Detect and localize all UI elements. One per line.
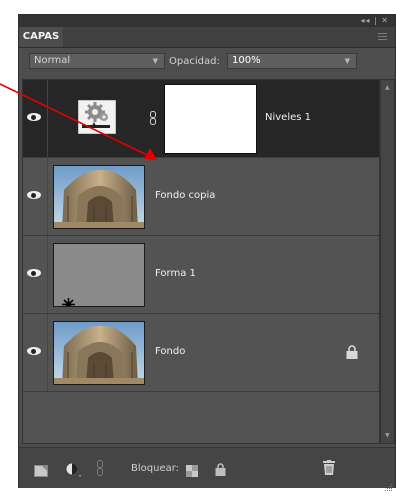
blend-mode-select[interactable]: Normal ▼ xyxy=(29,53,165,69)
eye-icon[interactable] xyxy=(23,158,48,235)
layer-row-forma-1[interactable]: Forma 1 xyxy=(23,236,379,314)
trash-icon[interactable] xyxy=(323,460,335,479)
layers-scrollbar[interactable]: ▲ ▼ xyxy=(380,79,395,444)
layer-mask-thumbnail[interactable] xyxy=(164,84,257,154)
tab-row: CAPAS xyxy=(19,27,395,48)
layer-row-fondo-copia[interactable]: Fondo copia xyxy=(23,158,379,236)
panel-footer: Bloquear: xyxy=(19,447,395,491)
layer-thumbnail xyxy=(53,165,145,229)
chain-link-icon[interactable] xyxy=(150,110,156,125)
layer-name: Forma 1 xyxy=(155,268,196,279)
adjustment-levels-icon xyxy=(77,99,117,135)
resize-grip-icon[interactable] xyxy=(384,477,393,491)
eye-icon[interactable] xyxy=(23,236,48,313)
link-layers-icon[interactable] xyxy=(97,460,103,480)
layers-panel: ◂◂ | ✕ CAPAS Normal ▼ Opacidad: 100% ▼ N… xyxy=(18,14,396,491)
layer-name: Fondo xyxy=(155,346,186,357)
opacity-label: Opacidad: xyxy=(169,56,220,67)
layers-list: Niveles 1 Fondo copia Forma 1 Fondo xyxy=(22,79,380,444)
layer-name: Fondo copia xyxy=(155,190,216,201)
layer-thumbnail xyxy=(53,321,145,385)
eye-icon[interactable] xyxy=(23,314,48,391)
chevron-down-icon: ▼ xyxy=(344,57,350,65)
layer-thumbnail xyxy=(53,243,145,307)
lock-all-icon[interactable] xyxy=(215,461,226,480)
scroll-up-icon[interactable]: ▲ xyxy=(385,84,390,91)
opacity-field[interactable]: 100% ▼ xyxy=(227,53,357,69)
opacity-value: 100% xyxy=(232,55,261,66)
adjustment-layer-icon[interactable] xyxy=(66,462,84,481)
shape-layer-icon xyxy=(62,296,75,306)
lock-transparency-icon[interactable] xyxy=(186,462,198,481)
chevron-down-icon: ▼ xyxy=(152,57,158,65)
eye-icon[interactable] xyxy=(23,80,48,157)
lock-label: Bloquear: xyxy=(131,463,180,474)
panel-menu-icon[interactable] xyxy=(378,33,387,42)
layer-name: Niveles 1 xyxy=(265,112,312,123)
blend-mode-value: Normal xyxy=(34,55,71,66)
layer-options: Normal ▼ Opacidad: 100% ▼ xyxy=(19,48,395,74)
panel-titlebar: ◂◂ | ✕ xyxy=(19,15,395,27)
lock-icon xyxy=(346,344,358,359)
window-controls[interactable]: ◂◂ | ✕ xyxy=(360,16,389,25)
layer-row-niveles-1[interactable]: Niveles 1 xyxy=(23,80,379,158)
tab-capas[interactable]: CAPAS xyxy=(19,27,63,47)
layer-row-fondo[interactable]: Fondo xyxy=(23,314,379,392)
scroll-down-icon[interactable]: ▼ xyxy=(385,432,390,439)
new-layer-icon[interactable] xyxy=(34,462,48,481)
